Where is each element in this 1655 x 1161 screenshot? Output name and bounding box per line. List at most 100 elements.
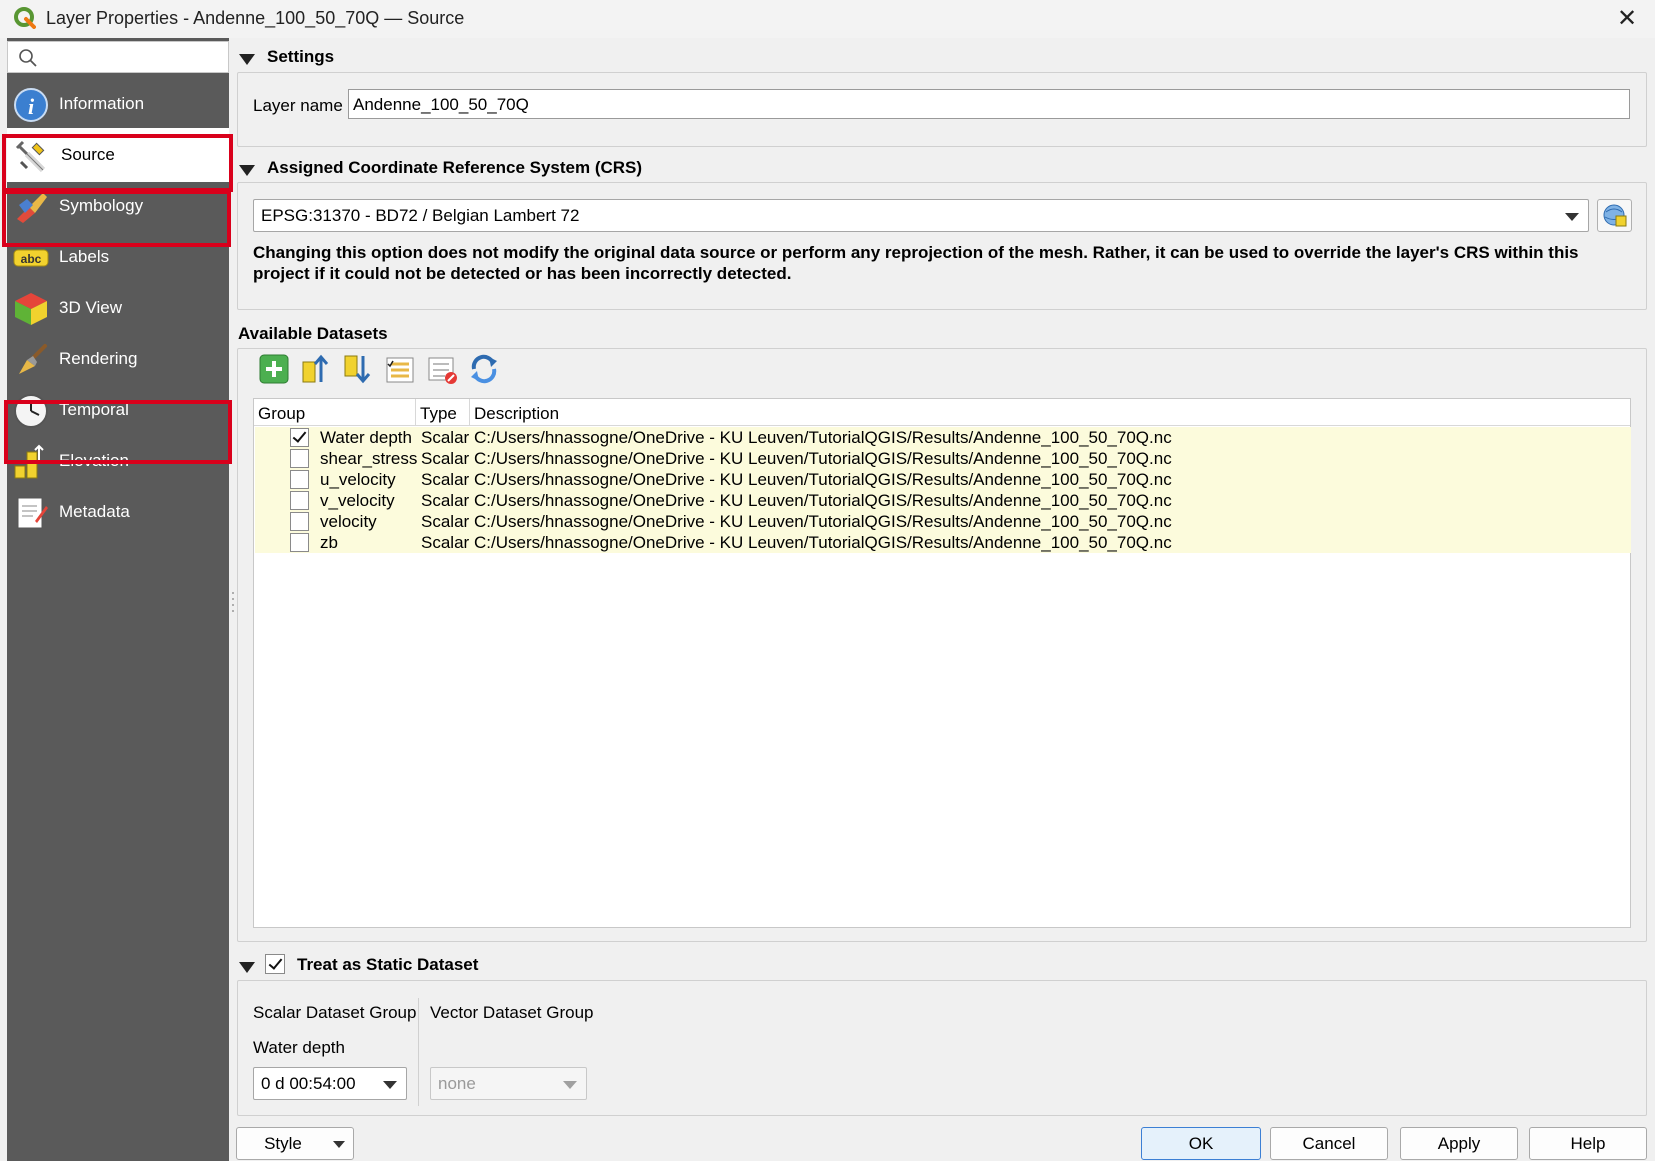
table-row[interactable]: v_velocity Scalar C:/Users/hnassogne/One… xyxy=(255,490,1631,511)
sidebar-item-label: Symbology xyxy=(59,196,144,215)
ok-button[interactable]: OK xyxy=(1141,1127,1261,1160)
column-header-group[interactable]: Group xyxy=(254,399,416,426)
table-row[interactable]: velocity Scalar C:/Users/hnassogne/OneDr… xyxy=(255,511,1631,532)
crs-header: Assigned Coordinate Reference System (CR… xyxy=(267,158,643,177)
sidebar-item-label: Rendering xyxy=(59,349,138,368)
dataset-group: shear_stress xyxy=(320,449,418,468)
crs-warning-text: Changing this option does not modify the… xyxy=(253,243,1579,283)
qgis-logo-icon xyxy=(14,7,36,29)
dataset-group: velocity xyxy=(320,512,377,531)
table-row[interactable]: zb Scalar C:/Users/hnassogne/OneDrive - … xyxy=(255,532,1631,553)
scalar-time-select[interactable]: 0 d 00:54:00 xyxy=(253,1067,407,1100)
scalar-dataset-group-label: Scalar Dataset Group xyxy=(253,1003,417,1022)
scalar-time-value: 0 d 00:54:00 xyxy=(261,1074,356,1093)
svg-text:i: i xyxy=(28,94,35,119)
dataset-checkbox[interactable] xyxy=(290,428,309,447)
table-header: Group Type Description xyxy=(254,399,1630,426)
dataset-group: zb xyxy=(320,533,338,552)
collapse-crs-icon[interactable] xyxy=(239,165,255,176)
sidebar-item-label: Elevation xyxy=(59,451,129,470)
select-crs-button[interactable] xyxy=(1597,199,1632,232)
vector-dataset-select: none xyxy=(430,1067,587,1100)
chevron-down-icon xyxy=(333,1141,345,1148)
dataset-type: Scalar xyxy=(421,428,470,447)
dataset-description: C:/Users/hnassogne/OneDrive - KU Leuven/… xyxy=(474,470,1172,489)
layer-name-label: Layer name xyxy=(253,96,343,115)
layer-name-input[interactable]: Andenne_100_50_70Q xyxy=(348,89,1630,119)
metadata-icon xyxy=(17,497,48,529)
source-icon xyxy=(15,140,46,173)
cancel-button[interactable]: Cancel xyxy=(1270,1127,1388,1160)
dataset-type: Scalar xyxy=(421,449,470,468)
scalar-dataset-group-value: Water depth xyxy=(253,1038,345,1057)
table-row[interactable]: Water depth Scalar C:/Users/hnassogne/On… xyxy=(255,427,1631,448)
labels-icon: abc xyxy=(13,249,49,267)
collapse-all-icon[interactable] xyxy=(299,352,333,386)
collapse-settings-icon[interactable] xyxy=(239,54,255,65)
collapse-static-dataset-icon[interactable] xyxy=(239,962,255,973)
reload-icon[interactable] xyxy=(467,352,501,386)
uncheck-all-icon[interactable] xyxy=(425,352,459,386)
sidebar-item-label: Temporal xyxy=(59,400,129,419)
style-button[interactable]: Style xyxy=(236,1127,354,1160)
splitter-handle[interactable] xyxy=(231,590,235,614)
sidebar-item-label: Information xyxy=(59,94,145,113)
chevron-down-icon xyxy=(383,1081,397,1089)
datasets-header: Available Datasets xyxy=(238,324,388,343)
sidebar-item-information[interactable]: i Information xyxy=(7,77,229,131)
search-icon xyxy=(19,49,37,67)
column-header-description[interactable]: Description xyxy=(470,399,1632,426)
sidebar-item-3d-view[interactable]: 3D View xyxy=(7,281,229,335)
vector-dataset-group-label: Vector Dataset Group xyxy=(430,1003,594,1022)
dataset-checkbox[interactable] xyxy=(290,449,309,468)
chevron-down-icon xyxy=(1565,213,1579,221)
dataset-description: C:/Users/hnassogne/OneDrive - KU Leuven/… xyxy=(474,428,1172,447)
sidebar-item-source[interactable]: Source xyxy=(7,128,229,182)
apply-button[interactable]: Apply xyxy=(1400,1127,1518,1160)
dataset-type: Scalar xyxy=(421,470,470,489)
close-icon[interactable]: ✕ xyxy=(1612,4,1642,34)
help-button[interactable]: Help xyxy=(1529,1127,1647,1160)
window-title: Layer Properties - Andenne_100_50_70Q — … xyxy=(46,8,465,28)
dataset-checkbox[interactable] xyxy=(290,533,309,552)
temporal-icon xyxy=(14,394,48,428)
column-header-type[interactable]: Type xyxy=(416,399,470,426)
sidebar-item-labels[interactable]: abc Labels xyxy=(7,230,229,284)
add-dataset-icon[interactable] xyxy=(257,352,291,386)
rendering-icon xyxy=(19,344,47,374)
check-all-icon[interactable] xyxy=(383,352,417,386)
symbology-icon xyxy=(17,193,47,223)
dataset-checkbox[interactable] xyxy=(290,512,309,531)
dataset-description: C:/Users/hnassogne/OneDrive - KU Leuven/… xyxy=(474,533,1172,552)
sidebar-item-temporal[interactable]: Temporal xyxy=(7,383,229,437)
sidebar-item-elevation[interactable]: Elevation xyxy=(7,434,229,488)
crs-globe-icon xyxy=(1603,204,1627,227)
sidebar-item-label: 3D View xyxy=(59,298,122,317)
datasets-table: Group Type Description Water depth Scala… xyxy=(253,398,1631,928)
dataset-type: Scalar xyxy=(421,512,470,531)
expand-all-icon[interactable] xyxy=(341,352,375,386)
dataset-description: C:/Users/hnassogne/OneDrive - KU Leuven/… xyxy=(474,449,1172,468)
crs-select[interactable]: EPSG:31370 - BD72 / Belgian Lambert 72 xyxy=(253,199,1589,232)
treat-as-static-checkbox[interactable] xyxy=(265,954,285,974)
sidebar-search-input[interactable] xyxy=(7,41,229,73)
vector-dataset-value: none xyxy=(438,1074,476,1093)
dataset-description: C:/Users/hnassogne/OneDrive - KU Leuven/… xyxy=(474,512,1172,531)
title-bar: Layer Properties - Andenne_100_50_70Q — … xyxy=(0,0,1655,38)
sidebar-item-label: Metadata xyxy=(59,502,130,521)
dataset-group: Water depth xyxy=(320,428,412,447)
elevation-icon xyxy=(14,444,44,479)
dataset-checkbox[interactable] xyxy=(290,470,309,489)
sidebar-item-rendering[interactable]: Rendering xyxy=(7,332,229,386)
static-dataset-header: Treat as Static Dataset xyxy=(297,955,479,974)
dataset-checkbox[interactable] xyxy=(290,491,309,510)
table-row[interactable]: u_velocity Scalar C:/Users/hnassogne/One… xyxy=(255,469,1631,490)
chevron-down-icon xyxy=(563,1081,577,1089)
settings-header: Settings xyxy=(267,47,335,66)
style-button-label: Style xyxy=(264,1134,302,1153)
table-row[interactable]: shear_stress Scalar C:/Users/hnassogne/O… xyxy=(255,448,1631,469)
sidebar-item-metadata[interactable]: Metadata xyxy=(7,485,229,539)
sidebar-item-label: Source xyxy=(61,145,115,164)
crs-select-value: EPSG:31370 - BD72 / Belgian Lambert 72 xyxy=(261,206,580,225)
sidebar-item-symbology[interactable]: Symbology xyxy=(7,179,229,233)
